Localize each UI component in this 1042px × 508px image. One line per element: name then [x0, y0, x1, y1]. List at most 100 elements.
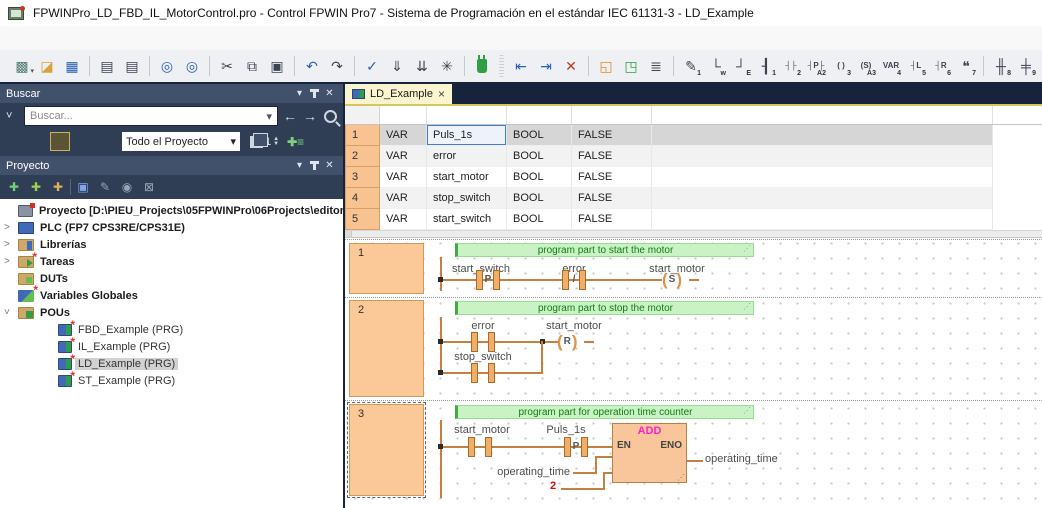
project-tree-item[interactable]: ST_Example (PRG): [0, 372, 343, 389]
project-tree-item[interactable]: IL_Example (PRG): [0, 338, 343, 355]
edit-mode-button[interactable]: ✎ 1: [679, 54, 703, 78]
menu-item[interactable]: [84, 35, 104, 41]
undo-button[interactable]: ↶: [300, 54, 324, 78]
menu-item[interactable]: [124, 35, 144, 41]
resize-handle-icon[interactable]: ⋰: [677, 473, 685, 482]
contact-stop-switch[interactable]: [471, 364, 495, 382]
spread-horizontal-button[interactable]: ╪ 9: [1014, 54, 1038, 78]
cell-inicial[interactable]: FALSE: [572, 167, 652, 188]
cell-identificador[interactable]: error: [427, 146, 507, 167]
menu-item[interactable]: [164, 35, 184, 41]
pane-pin-icon[interactable]: [313, 162, 316, 170]
menu-item[interactable]: [24, 35, 44, 41]
menu-item[interactable]: [144, 35, 164, 41]
search-icon[interactable]: [324, 110, 337, 123]
cell-clase[interactable]: VAR: [380, 167, 427, 188]
pane-menu-icon[interactable]: ▾: [292, 160, 307, 171]
column-header[interactable]: [572, 106, 652, 124]
pane-menu-icon[interactable]: ▾: [292, 88, 307, 99]
resize-handle-icon[interactable]: ⋰: [743, 244, 751, 253]
tree-chevron-icon[interactable]: >: [4, 239, 18, 250]
cell-inicial[interactable]: FALSE: [572, 188, 652, 209]
regex-button[interactable]: [72, 132, 92, 151]
new-row-marker[interactable]: [345, 231, 352, 238]
new-object-button[interactable]: ▣: [73, 177, 93, 197]
tree-chevron-icon[interactable]: ˅: [4, 307, 18, 318]
search-input[interactable]: Buscar... ▾: [24, 106, 278, 126]
delete-object-button[interactable]: ⊠: [139, 177, 159, 197]
menu-item[interactable]: [44, 35, 64, 41]
cell-identificador[interactable]: Puls_1s: [427, 125, 507, 146]
network-3-comment[interactable]: program part for operation time counter⋰: [455, 405, 754, 419]
whole-word-button[interactable]: [28, 132, 48, 151]
download-program-button[interactable]: ⇊: [410, 54, 434, 78]
row-number-cell[interactable]: 5: [345, 209, 380, 230]
cell-clase[interactable]: VAR: [380, 125, 427, 146]
contact-label[interactable]: start_motor: [454, 424, 510, 436]
cut-button[interactable]: ✂: [215, 54, 239, 78]
contact-pulse-button[interactable]: ┤P├ A2: [804, 54, 828, 78]
find-next-button[interactable]: →: [302, 108, 318, 124]
add-function-block[interactable]: ADD EN ENO ⋰: [612, 423, 687, 483]
zoom-page-button[interactable]: ◎: [155, 54, 179, 78]
cell-tipo[interactable]: BOOL: [507, 167, 572, 188]
project-tree-item[interactable]: > PLC (FP7 CPS3RE/CPS31E): [0, 219, 343, 236]
new-project-button[interactable]: ▩ ▾: [10, 54, 34, 78]
tab-close-icon[interactable]: ×: [438, 87, 445, 101]
menu-item[interactable]: [64, 35, 84, 41]
cell-comentario[interactable]: [652, 188, 993, 209]
redo-button[interactable]: ↷: [325, 54, 349, 78]
contact-pulse[interactable]: P: [476, 271, 500, 289]
input-operand-label[interactable]: operating_time: [450, 466, 570, 478]
variable-box-button[interactable]: VAR 4: [879, 54, 903, 78]
tree-chevron-icon[interactable]: >: [4, 222, 18, 233]
project-tree-item[interactable]: > Tareas: [0, 253, 343, 270]
insert-network-before-button[interactable]: ◱: [594, 54, 618, 78]
search-expand-icon[interactable]: ˅: [6, 110, 20, 122]
column-header[interactable]: [507, 106, 572, 124]
goto-previous-button[interactable]: ⇤: [509, 54, 533, 78]
find-previous-button[interactable]: ←: [282, 108, 298, 124]
cell-comentario[interactable]: [652, 125, 993, 146]
network-3-number-cell[interactable]: 3: [349, 404, 424, 496]
cell-tipo[interactable]: BOOL: [507, 125, 572, 146]
add-pou-button[interactable]: ✚: [26, 177, 46, 197]
contact-negated[interactable]: /: [562, 271, 586, 289]
cell-clase[interactable]: VAR: [380, 209, 427, 230]
match-case-button[interactable]: [6, 132, 26, 151]
print-setup-button[interactable]: ▤: [95, 54, 119, 78]
coil-reset-button[interactable]: ┤R 6: [929, 54, 953, 78]
zoom-pages-button[interactable]: ◎: [180, 54, 204, 78]
tree-chevron-icon[interactable]: >: [4, 256, 18, 267]
pane-pin-icon[interactable]: [313, 90, 316, 98]
project-tree-item[interactable]: LD_Example (PRG): [0, 355, 343, 372]
row-number-cell[interactable]: 3: [345, 167, 380, 188]
network-2-comment[interactable]: program part to stop the motor⋰: [455, 301, 754, 315]
tab-ld-example[interactable]: LD_Example ×: [345, 84, 452, 104]
spinner-down-icon[interactable]: ▼: [273, 142, 279, 147]
coil-label[interactable]: start_motor: [546, 320, 602, 332]
download-plc-button[interactable]: ⇓: [385, 54, 409, 78]
resize-handle-icon[interactable]: ⋰: [743, 302, 751, 311]
cell-comentario[interactable]: [652, 167, 993, 188]
vertical-line-button[interactable]: ┨ 1: [754, 54, 778, 78]
contact-label[interactable]: error: [471, 320, 494, 332]
table-corner-cell[interactable]: [345, 106, 380, 124]
save-project-button[interactable]: ▦: [60, 54, 84, 78]
comment-button[interactable]: ❝ 7: [954, 54, 978, 78]
coil-set[interactable]: S: [662, 271, 682, 289]
count-spinner[interactable]: ▲▼: [273, 137, 279, 147]
pane-close-icon[interactable]: ✕: [322, 160, 337, 171]
cell-tipo[interactable]: BOOL: [507, 188, 572, 209]
coil-reset[interactable]: R: [557, 333, 578, 351]
output-operand-label[interactable]: operating_time: [705, 453, 778, 465]
column-header[interactable]: [380, 106, 427, 124]
coil-button[interactable]: ( ) 3: [829, 54, 853, 78]
contact-button[interactable]: ┤├ 2: [779, 54, 803, 78]
add-plc-button[interactable]: ✚: [4, 177, 24, 197]
input-constant-label[interactable]: 2: [550, 480, 556, 492]
cell-identificador[interactable]: stop_switch: [427, 188, 507, 209]
cell-clase[interactable]: VAR: [380, 146, 427, 167]
insert-network-after-button[interactable]: ◳: [619, 54, 643, 78]
spread-vertical-button[interactable]: ╫ 8: [989, 54, 1013, 78]
